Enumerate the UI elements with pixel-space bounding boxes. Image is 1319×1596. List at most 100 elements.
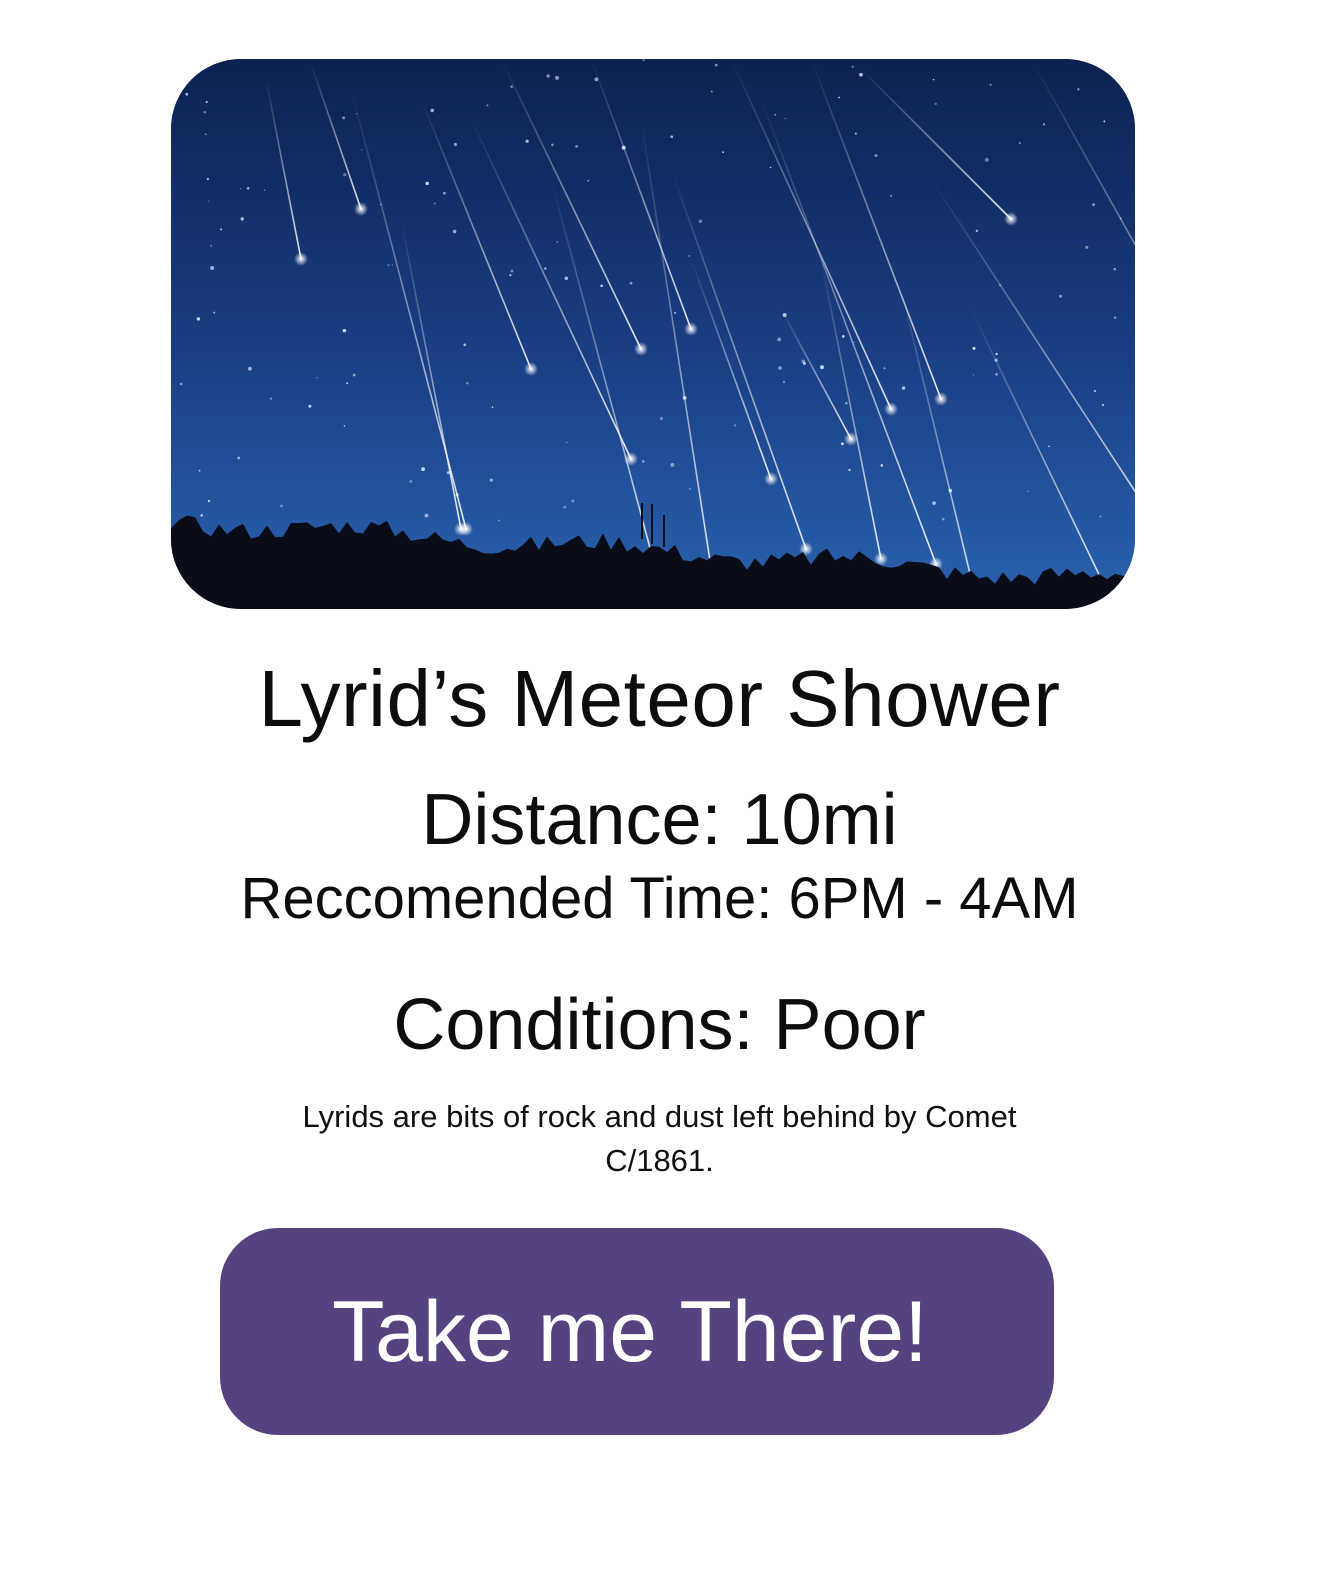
star [213,311,216,314]
star [587,179,590,182]
star [551,143,554,147]
star [874,154,878,157]
star [784,117,786,120]
star [391,264,393,266]
tower-silhouette [641,503,643,539]
star [1027,490,1029,492]
star [498,519,500,522]
star [1085,245,1089,249]
star [421,467,425,471]
star [932,501,936,505]
star [409,480,413,483]
star [600,284,603,288]
star [556,241,559,243]
meteor-shower-photo [171,59,1135,609]
take-me-there-label: Take me There! [332,1283,928,1380]
star [783,381,785,383]
star [1077,88,1080,91]
star [1093,389,1097,393]
star [670,135,674,139]
meteor-head [884,402,898,416]
star [491,406,494,408]
star [342,328,347,333]
meteor-head [454,522,468,536]
star [984,157,989,162]
star [544,267,547,270]
star [934,102,937,106]
star [269,397,272,400]
star [972,346,976,350]
star [642,460,645,463]
star [575,145,578,148]
star [205,133,207,136]
star [220,228,223,231]
star [670,462,675,467]
star [453,142,457,146]
star [210,266,215,270]
star [246,187,250,190]
star [203,110,207,114]
star [566,441,568,444]
star [714,63,718,67]
star [209,244,213,247]
star [722,151,724,153]
star [486,104,489,107]
star [180,382,183,386]
star [840,442,844,446]
star [853,341,856,344]
star [463,343,467,347]
star [1042,123,1046,126]
star [248,366,252,371]
star [1099,515,1102,518]
star [509,274,512,277]
star [674,311,677,314]
conditions-label: Conditions: Poor [393,985,926,1065]
star [890,194,893,197]
star [1092,203,1095,206]
star [201,66,204,69]
star [489,478,493,482]
star [342,116,346,120]
star [841,335,845,338]
star [452,229,457,234]
star [710,90,713,93]
star [642,59,645,62]
star [425,181,429,186]
take-me-there-button[interactable]: Take me There! [220,1228,1054,1435]
star [343,425,346,427]
meteor-head [764,472,778,486]
star [555,75,559,80]
meteor-shower-image [171,59,1135,609]
star [346,382,349,385]
star [343,172,347,177]
star [859,72,863,77]
star [240,217,244,221]
star [851,65,854,68]
star [510,269,514,273]
event-description: Lyrids are bits of rock and dust left be… [302,1099,1017,1178]
star [206,177,210,181]
distance-label: Distance: 10mi [421,780,898,860]
star [571,499,575,503]
star [424,513,429,518]
star [932,78,935,81]
recommended-time-label: Reccomended Time: 6PM - 4AM [240,866,1079,931]
star [546,74,550,78]
star [387,264,390,267]
star [854,132,857,135]
star [196,317,201,321]
meteor-head [684,322,698,336]
star [688,255,690,257]
star [239,187,242,190]
star [995,373,998,376]
meteor-head [354,202,368,216]
star [845,401,848,405]
star [769,166,772,169]
star [433,202,436,205]
star [820,365,824,370]
star [883,367,886,370]
star [352,373,356,377]
star [185,92,189,96]
tower-silhouette [663,515,665,547]
star [629,281,633,285]
